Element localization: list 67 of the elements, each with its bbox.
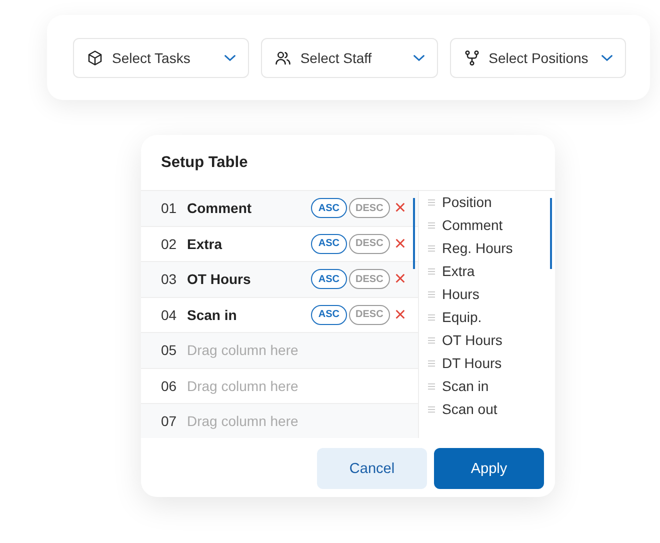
- column-item[interactable]: Comment: [428, 212, 555, 238]
- column-name: Extra: [187, 236, 222, 252]
- column-item[interactable]: Equip.: [428, 304, 555, 330]
- drag-handle-icon: [428, 198, 435, 206]
- row-number: 05: [161, 342, 178, 358]
- chevron-down-icon: [412, 54, 425, 62]
- column-item[interactable]: Scan in: [428, 373, 555, 399]
- column-name: Scan in: [187, 306, 237, 323]
- sort-toggle[interactable]: ASC: [311, 269, 347, 290]
- row-number: 01: [161, 200, 178, 216]
- dropdown[interactable]: Select Positions: [450, 38, 626, 78]
- drag-handle-icon: [428, 244, 435, 252]
- sort-toggle[interactable]: ASC: [311, 198, 347, 218]
- sort-toggle[interactable]: ASC: [311, 234, 347, 254]
- remove-button[interactable]: ×: [390, 198, 406, 218]
- column-label: Equip.: [442, 309, 482, 325]
- drag-handle-icon: [428, 382, 435, 390]
- column-name: OT Hours: [187, 271, 251, 288]
- sort-toggle[interactable]: DESC: [348, 198, 390, 218]
- row-number: 03: [161, 271, 178, 288]
- column-label: Hours: [442, 286, 480, 302]
- column-item[interactable]: Extra: [428, 258, 555, 284]
- column-name: Comment: [187, 200, 252, 216]
- row-number: 06: [161, 378, 178, 394]
- fork-icon: [462, 49, 481, 67]
- column-item[interactable]: Reg. Hours: [428, 235, 555, 261]
- column-label: Comment: [442, 217, 503, 233]
- drag-handle-icon: [428, 336, 435, 344]
- drag-handle-icon: [428, 222, 435, 228]
- scrollbar[interactable]: [413, 198, 415, 269]
- cube-icon: [86, 49, 104, 67]
- sort-toggle[interactable]: DESC: [348, 269, 390, 290]
- row-number: 04: [161, 306, 178, 323]
- dropdown[interactable]: Select Tasks: [73, 38, 250, 78]
- dropdown[interactable]: Select Staff: [261, 38, 438, 78]
- column-item[interactable]: Scan out: [428, 396, 555, 422]
- drag-handle-icon: [428, 360, 435, 366]
- row-number: 07: [161, 413, 178, 430]
- sort-toggle[interactable]: DESC: [348, 234, 390, 254]
- apply-button[interactable]: Apply: [434, 448, 544, 489]
- sort-toggle[interactable]: DESC: [348, 304, 390, 325]
- column-item[interactable]: DT Hours: [428, 350, 555, 376]
- column-label: Position: [442, 194, 492, 210]
- chevron-down-icon: [600, 54, 613, 62]
- column-item[interactable]: Position: [428, 191, 555, 215]
- column-label: DT Hours: [442, 355, 502, 371]
- column-item[interactable]: OT Hours: [428, 327, 555, 353]
- people-icon: [274, 49, 292, 67]
- column-label: Scan in: [442, 378, 489, 394]
- drag-handle-icon: [428, 268, 435, 274]
- row-number: 02: [161, 236, 178, 252]
- column-label: OT Hours: [442, 332, 502, 348]
- remove-button[interactable]: ×: [390, 234, 406, 254]
- cancel-button[interactable]: Cancel: [317, 448, 427, 489]
- drag-handle-icon: [428, 314, 435, 320]
- remove-button[interactable]: ×: [390, 304, 406, 325]
- drag-handle-icon: [428, 290, 435, 298]
- sort-toggle[interactable]: ASC: [311, 304, 347, 325]
- column-item[interactable]: Hours: [428, 281, 555, 307]
- column-label: Scan out: [442, 401, 498, 417]
- chevron-down-icon: [224, 54, 236, 62]
- column-label: Extra: [442, 263, 475, 279]
- remove-button[interactable]: ×: [390, 269, 406, 290]
- drag-handle-icon: [428, 406, 435, 412]
- column-label: Reg. Hours: [442, 240, 513, 256]
- scrollbar[interactable]: [550, 198, 552, 269]
- card-title: Setup Table: [160, 153, 249, 171]
